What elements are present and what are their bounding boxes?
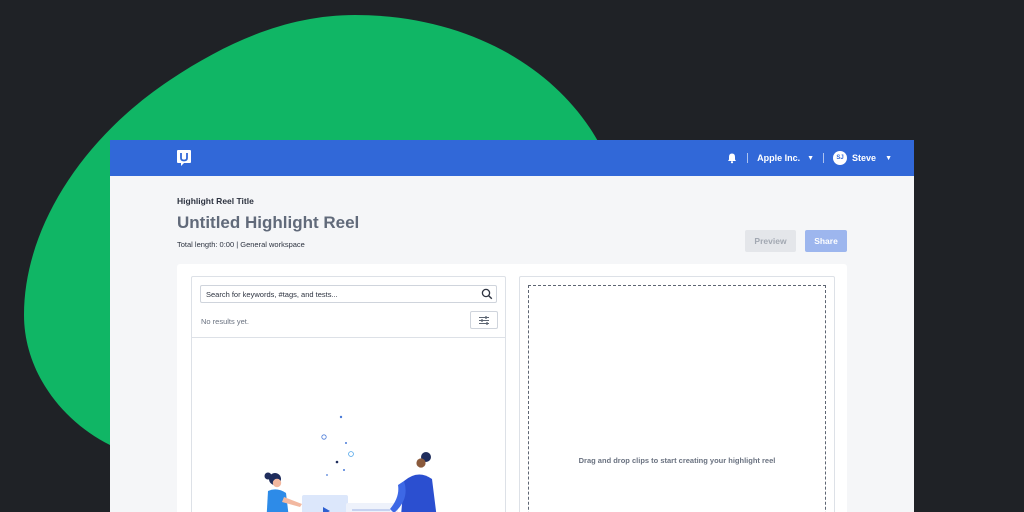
top-nav-bar: Apple Inc. ▼ SJ Steve ▼	[110, 140, 914, 176]
pane-divider	[192, 337, 505, 338]
filter-sliders-icon	[479, 315, 489, 325]
usertesting-logo-icon[interactable]	[176, 149, 192, 167]
empty-results-text: No results yet.	[201, 317, 249, 326]
dropzone-text: Drag and drop clips to start creating yo…	[578, 456, 776, 465]
clip-dropzone[interactable]: Drag and drop clips to start creating yo…	[528, 285, 826, 512]
filter-button[interactable]	[470, 311, 498, 329]
nav-divider	[747, 153, 749, 163]
bell-icon[interactable]	[726, 152, 738, 164]
app-window: Apple Inc. ▼ SJ Steve ▼ Highlight Reel T…	[110, 140, 914, 512]
search-placeholder: Search for keywords, #tags, and tests...	[206, 289, 338, 299]
account-switcher[interactable]: Apple Inc. ▼	[757, 153, 814, 163]
share-button[interactable]: Share	[805, 230, 847, 252]
preview-button[interactable]: Preview	[745, 230, 796, 252]
user-name: Steve	[852, 153, 877, 163]
nav-divider	[823, 153, 825, 163]
search-input[interactable]: Search for keywords, #tags, and tests...	[200, 285, 497, 303]
user-menu[interactable]: SJ Steve ▼	[833, 151, 892, 165]
reel-meta: Total length: 0:00 | General workspace	[177, 240, 305, 249]
empty-state-illustration	[264, 415, 437, 512]
page-header: Highlight Reel Title Untitled Highlight …	[110, 176, 914, 264]
reel-title[interactable]: Untitled Highlight Reel	[177, 213, 359, 233]
editor-panel: Search for keywords, #tags, and tests...…	[177, 264, 847, 512]
chevron-down-icon: ▼	[807, 154, 815, 162]
account-name: Apple Inc.	[757, 153, 801, 163]
clip-search-pane: Search for keywords, #tags, and tests...…	[191, 276, 506, 512]
chevron-down-icon: ▼	[885, 154, 892, 162]
avatar: SJ	[833, 151, 848, 165]
title-label: Highlight Reel Title	[177, 196, 254, 206]
highlight-reel-pane: Drag and drop clips to start creating yo…	[519, 276, 835, 512]
search-icon[interactable]	[481, 288, 493, 300]
